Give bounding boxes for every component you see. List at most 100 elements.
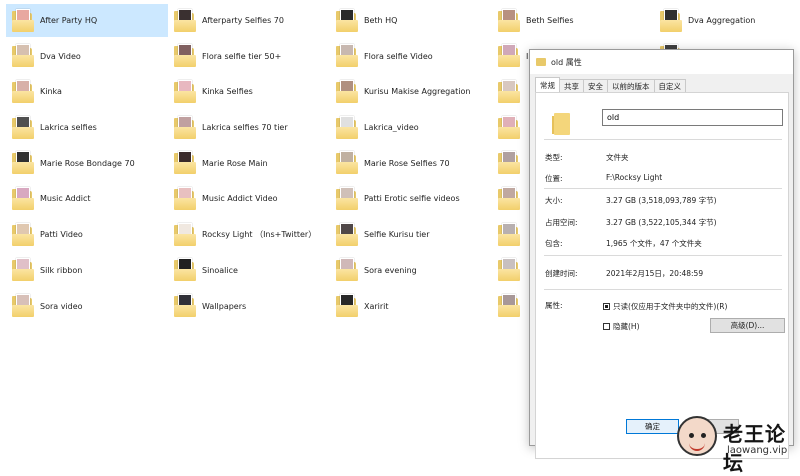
folder-item[interactable]: Selfie Kurisu tier: [330, 218, 492, 251]
folder-icon: [336, 8, 358, 33]
folder-icon: [12, 294, 34, 318]
folder-name: Sinoalice: [202, 265, 238, 275]
folder-item[interactable]: Kurisu Makise Aggregation: [330, 75, 492, 108]
folder-name: Xaririt: [364, 301, 389, 311]
folder-icon: [498, 79, 520, 104]
folder-icon: [336, 79, 358, 104]
folder-name: Wallpapers: [202, 301, 247, 311]
folder-item[interactable]: Beth Selfies: [492, 4, 654, 37]
tab-sharing[interactable]: 共享: [559, 79, 584, 92]
folder-icon: [174, 151, 196, 175]
folder-icon: [12, 44, 34, 68]
folder-icon: [12, 8, 34, 33]
tab-general[interactable]: 常规: [535, 77, 560, 92]
folder-icon: [498, 151, 520, 175]
tab-previous-versions[interactable]: 以前的版本: [607, 79, 655, 92]
folder-icon: [498, 294, 520, 318]
folder-icon: [12, 186, 34, 211]
folder-name: Flora selfie tier 50+: [202, 51, 282, 61]
folder-name: Kinka Selfies: [202, 87, 253, 97]
type-label: 类型:: [545, 153, 563, 162]
folder-icon: [174, 222, 196, 247]
divider: [544, 289, 782, 290]
folder-icon: [336, 294, 358, 318]
folder-name: Marie Rose Selfies 70: [364, 158, 450, 168]
folder-icon: [336, 186, 358, 211]
folder-item[interactable]: Rocksy Light （Ins+Twitter）: [168, 218, 330, 251]
created-label: 创建时间:: [545, 269, 578, 278]
folder-item[interactable]: Wallpapers: [168, 290, 330, 323]
folder-name: Lakrica selfies: [40, 123, 97, 133]
properties-dialog: old 属性 常规 共享 安全 以前的版本 自定义 类型: 文件夹 位置: F:…: [529, 49, 794, 459]
folder-item[interactable]: Sora evening: [330, 254, 492, 287]
tab-customize[interactable]: 自定义: [653, 79, 686, 92]
readonly-checkbox[interactable]: 只读(仅应用于文件夹中的文件)(R): [603, 301, 727, 312]
folder-icon: [660, 8, 682, 33]
folder-icon: [174, 8, 196, 33]
folder-item[interactable]: Kinka: [6, 75, 168, 108]
folder-icon: [12, 79, 34, 104]
folder-icon: [12, 258, 34, 282]
folder-name: Marie Rose Bondage 70: [40, 158, 135, 168]
folder-item[interactable]: Marie Rose Selfies 70: [330, 147, 492, 180]
folder-item[interactable]: Silk ribbon: [6, 254, 168, 287]
folder-item[interactable]: Flora selfie Video: [330, 40, 492, 73]
type-row: 类型: 文件夹: [545, 152, 629, 163]
folder-icon: [498, 8, 520, 33]
folder-icon: [12, 151, 34, 175]
contains-row: 包含: 1,965 个文件，47 个文件夹: [545, 238, 702, 249]
divider: [544, 139, 782, 140]
folder-icon: [536, 58, 546, 66]
size-row: 大小: 3.27 GB (3,518,093,789 字节): [545, 195, 717, 206]
checkbox-box[interactable]: [603, 303, 610, 310]
folder-item[interactable]: Music Addict: [6, 182, 168, 215]
checkbox-box[interactable]: [603, 323, 610, 330]
folder-item[interactable]: Patti Video: [6, 218, 168, 251]
folder-item[interactable]: Afterparty Selfies 70: [168, 4, 330, 37]
folder-icon: [174, 79, 196, 104]
folder-name-input[interactable]: [602, 109, 783, 126]
folder-item[interactable]: Beth HQ: [330, 4, 492, 37]
advanced-button[interactable]: 高级(D)...: [710, 318, 785, 333]
folder-icon: [498, 258, 520, 282]
folder-icon: [336, 222, 358, 247]
hidden-checkbox[interactable]: 隐藏(H): [603, 321, 640, 332]
folder-name: Afterparty Selfies 70: [202, 16, 284, 25]
folder-item[interactable]: Flora selfie tier 50+: [168, 40, 330, 73]
folder-name: Sora video: [40, 301, 83, 311]
folder-icon: [174, 258, 196, 282]
folder-name: Selfie Kurisu tier: [364, 230, 430, 240]
type-value: 文件夹: [606, 153, 629, 162]
contains-value: 1,965 个文件，47 个文件夹: [606, 239, 702, 248]
folder-icon: [336, 115, 358, 140]
folder-item[interactable]: Dva Video: [6, 40, 168, 73]
folder-item[interactable]: Marie Rose Bondage 70: [6, 147, 168, 180]
folder-item[interactable]: Dva Aggregation: [654, 4, 800, 37]
folder-item[interactable]: Kinka Selfies: [168, 75, 330, 108]
folder-item[interactable]: Lakrica selfies 70 tier: [168, 111, 330, 144]
folder-name: Sora evening: [364, 265, 417, 275]
folder-icon: [336, 258, 358, 282]
folder-item[interactable]: Lakrica selfies: [6, 111, 168, 144]
folder-icon: [336, 44, 358, 68]
folder-item[interactable]: Sora video: [6, 290, 168, 323]
folder-icon: [498, 44, 520, 68]
folder-item[interactable]: Patti Erotic selfie videos: [330, 182, 492, 215]
folder-name: Patti Erotic selfie videos: [364, 194, 460, 204]
attributes-row: 属性:: [545, 300, 606, 311]
folder-name: Marie Rose Main: [202, 158, 268, 168]
tab-security[interactable]: 安全: [583, 79, 608, 92]
folder-name: Silk ribbon: [40, 265, 83, 275]
created-row: 创建时间: 2021年2月15日，20:48:59: [545, 268, 703, 279]
folder-item[interactable]: After Party HQ: [6, 4, 168, 37]
folder-item[interactable]: Marie Rose Main: [168, 147, 330, 180]
folder-item[interactable]: Lakrica_video: [330, 111, 492, 144]
dialog-tabs: 常规 共享 安全 以前的版本 自定义: [530, 74, 793, 92]
dialog-title: old 属性: [551, 57, 582, 67]
dialog-titlebar[interactable]: old 属性: [530, 50, 793, 74]
folder-name: Patti Video: [40, 230, 83, 240]
folder-item[interactable]: Sinoalice: [168, 254, 330, 287]
ok-button[interactable]: 确定: [626, 419, 679, 434]
folder-item[interactable]: Xaririt: [330, 290, 492, 323]
folder-item[interactable]: Music Addict Video: [168, 182, 330, 215]
